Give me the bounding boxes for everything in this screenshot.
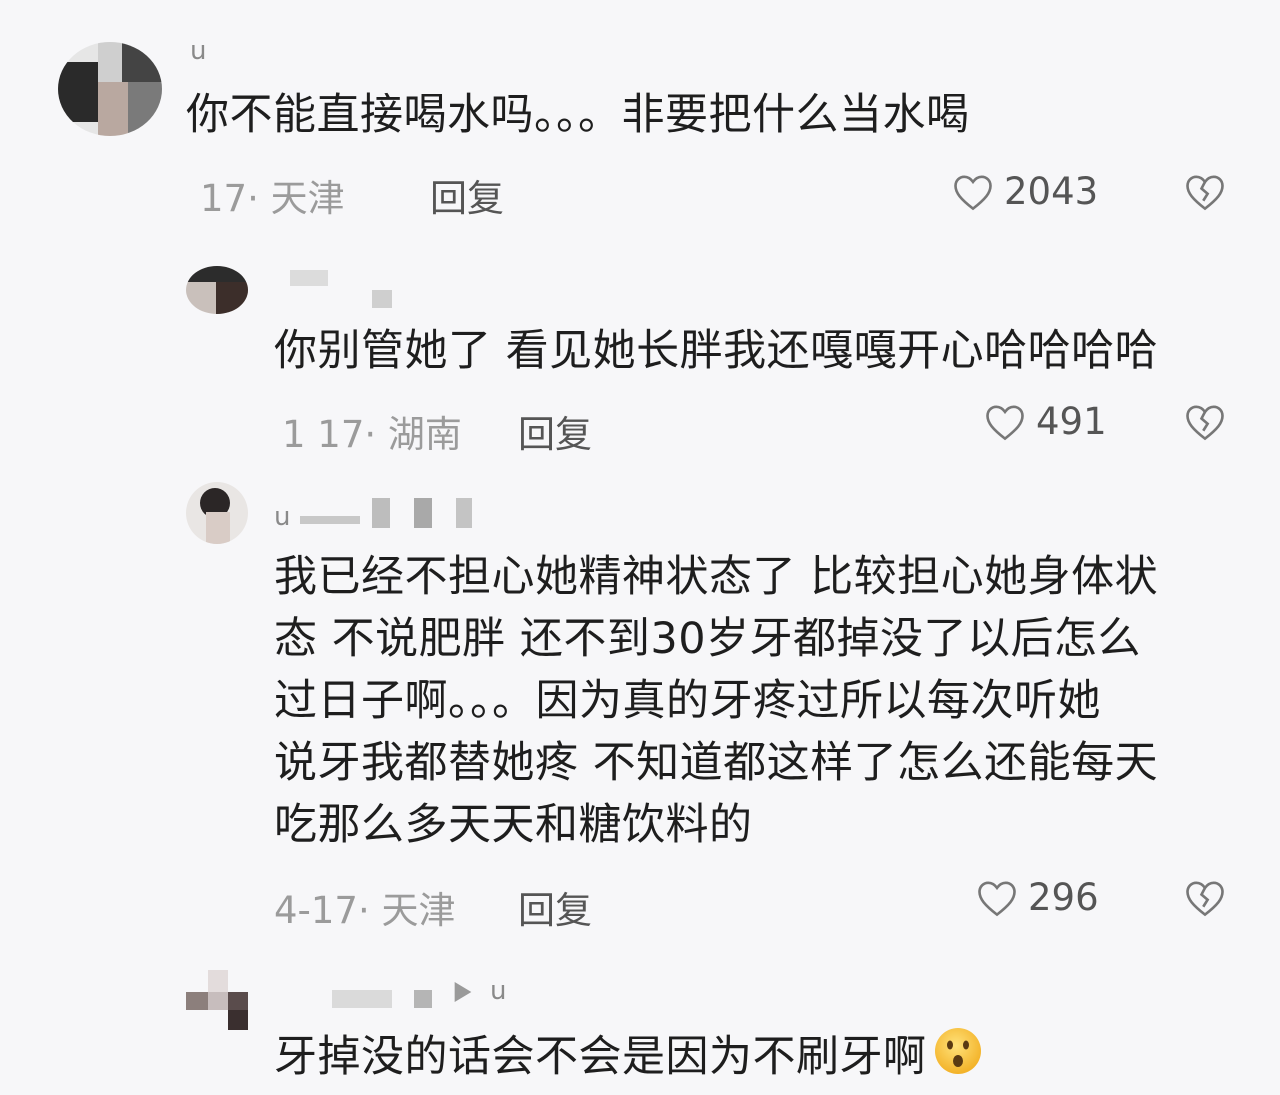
comment-text-line: 吃那么多天天和糖饮料的 xyxy=(274,800,753,850)
username[interactable]: u xyxy=(274,502,290,532)
username-mosaic xyxy=(332,990,392,1008)
comment-date-location: 1 17· 湖南 xyxy=(282,413,462,456)
heart-icon xyxy=(978,880,1016,916)
comment-text: 你别管她了 看见她长胖我还嘎嘎开心哈哈哈哈 xyxy=(274,326,1159,376)
comment-text: 牙掉没的话会不会是因为不刷牙啊 xyxy=(274,1026,983,1093)
heart-icon xyxy=(986,404,1024,440)
surprised-face-emoji-icon xyxy=(933,1026,983,1093)
comment-text-line: 过日子啊。。。因为真的牙疼过所以每次听她 xyxy=(274,676,1101,726)
avatar[interactable] xyxy=(186,970,250,1030)
comment-1: u 你不能直接喝水吗。。。非要把什么当水喝 17· 天津 回复 2043 xyxy=(0,0,1280,230)
username[interactable]: u xyxy=(490,976,506,1006)
comment-2: 你别管她了 看见她长胖我还嘎嘎开心哈哈哈哈 1 17· 湖南 回复 491 xyxy=(0,250,1280,470)
username-mosaic xyxy=(372,290,392,308)
like-count: 296 xyxy=(1028,876,1099,919)
username-mosaic xyxy=(372,498,390,528)
comment-text: 我已经不担心她精神状态了 比较担心她身体状 态 不说肥胖 还不到30岁牙都掉没了… xyxy=(274,546,1158,856)
comment-date-location: 4-17· 天津 xyxy=(274,889,456,932)
dislike-button[interactable] xyxy=(1184,172,1226,216)
like-button[interactable]: 2043 xyxy=(952,170,1098,213)
broken-heart-icon xyxy=(1186,881,1224,917)
comment-text-content: 牙掉没的话会不会是因为不刷牙啊 xyxy=(274,1032,927,1082)
like-count: 2043 xyxy=(1004,170,1099,213)
username-mosaic xyxy=(290,270,328,286)
comment-text: 你不能直接喝水吗。。。非要把什么当水喝 xyxy=(186,90,970,140)
play-arrow-icon xyxy=(454,982,472,1002)
comment-3: u 我已经不担心她精神状态了 比较担心她身体状 态 不说肥胖 还不到30岁牙都掉… xyxy=(0,478,1280,948)
comment-text-line: 态 不说肥胖 还不到30岁牙都掉没了以后怎么 xyxy=(274,614,1142,664)
like-count: 491 xyxy=(1036,400,1107,443)
avatar[interactable] xyxy=(58,42,162,136)
reply-button[interactable]: 回复 xyxy=(518,404,592,458)
broken-heart-icon xyxy=(1186,175,1224,211)
comment-text-line: 我已经不担心她精神状态了 比较担心她身体状 xyxy=(274,552,1159,602)
dislike-button[interactable] xyxy=(1184,402,1226,446)
heart-icon xyxy=(954,174,992,210)
username-mosaic xyxy=(300,516,360,524)
like-button[interactable]: 491 xyxy=(984,400,1107,443)
reply-button[interactable]: 回复 xyxy=(518,880,592,934)
comment-text-line: 说牙我都替她疼 不知道都这样了怎么还能每天 xyxy=(274,738,1159,788)
comment-4: u 牙掉没的话会不会是因为不刷牙啊 xyxy=(0,960,1280,1095)
comment-date-location: 17· 天津 xyxy=(200,177,345,220)
like-button[interactable]: 296 xyxy=(976,876,1099,919)
username-mosaic xyxy=(414,498,432,528)
username-mosaic xyxy=(414,990,432,1008)
username-mosaic xyxy=(456,498,472,528)
dislike-button[interactable] xyxy=(1184,878,1226,922)
reply-button[interactable]: 回复 xyxy=(430,168,504,222)
avatar[interactable] xyxy=(186,266,248,314)
avatar[interactable] xyxy=(186,482,248,544)
username[interactable]: u xyxy=(190,36,206,66)
broken-heart-icon xyxy=(1186,405,1224,441)
